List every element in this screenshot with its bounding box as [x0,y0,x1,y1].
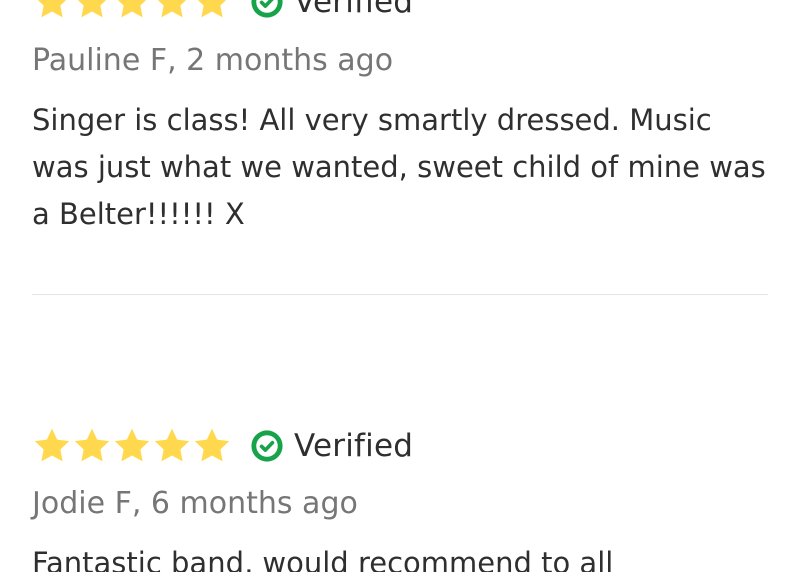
check-circle-icon [251,0,283,18]
rating-row: Verified [32,0,768,22]
star-icon [114,428,150,462]
star-icon [77,0,107,18]
star-rating [32,426,232,466]
star-icon [194,428,230,462]
verified-badge: Verified [250,426,413,466]
verified-badge: Verified [250,0,413,22]
review-card: Verified Pauline F, 2 months ago Singer … [32,0,768,238]
review-text: Singer is class! All very smartly dresse… [32,103,766,231]
verified-label: Verified [294,428,414,464]
star-icon [117,0,147,18]
star-icon [34,428,70,462]
star-icon [74,428,110,462]
review-card: Verified Jodie F, 6 months ago Fantastic… [32,426,768,572]
rating-row: Verified [32,426,768,466]
check-circle-icon [251,430,283,462]
review-author: Pauline F, 2 months ago [32,43,394,78]
reviews-list: Verified Pauline F, 2 months ago Singer … [0,0,800,572]
star-icon [37,0,67,18]
star-icon [197,0,227,18]
review-divider [32,294,768,295]
star-icon [157,0,187,18]
star-rating [32,0,232,22]
review-text: Fantastic band, would recommend to all [32,546,614,572]
verified-label: Verified [294,0,414,20]
review-author: Jodie F, 6 months ago [32,486,358,521]
star-icon [154,428,190,462]
